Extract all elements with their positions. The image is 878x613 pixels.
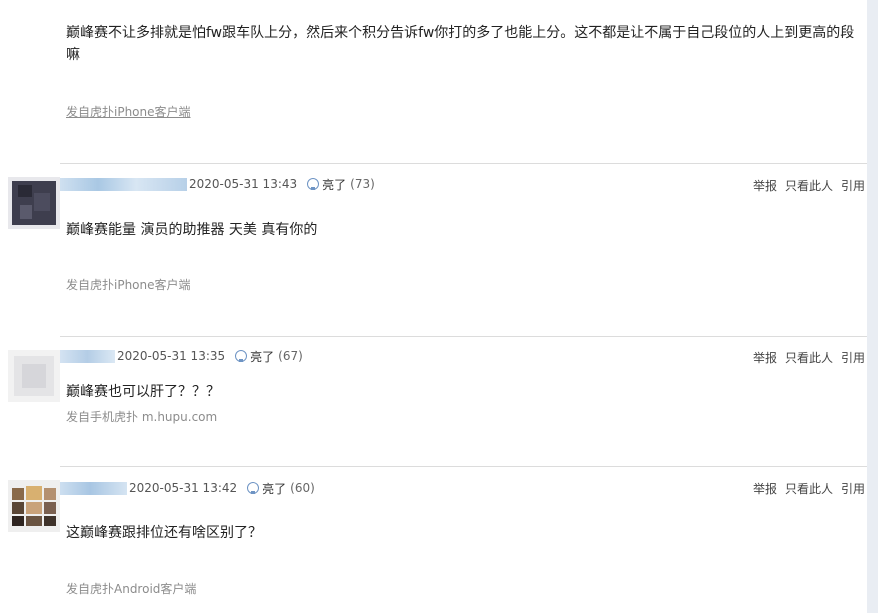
report-link[interactable]: 举报: [753, 349, 777, 366]
reply-divider: [60, 466, 867, 467]
lightbulb-icon[interactable]: [247, 482, 260, 494]
light-count: (73): [350, 177, 375, 191]
avatar[interactable]: [8, 480, 60, 532]
only-this-user-link[interactable]: 只看此人: [785, 349, 833, 366]
username-blurred[interactable]: [60, 349, 115, 363]
reply-time: 2020-05-31 13:43: [189, 177, 298, 191]
only-this-user-link[interactable]: 只看此人: [785, 480, 833, 497]
lightbulb-icon[interactable]: [235, 350, 248, 362]
reply-actions: 举报 只看此人 引用: [753, 177, 865, 194]
report-link[interactable]: 举报: [753, 480, 777, 497]
avatar-image: [8, 350, 60, 402]
reply-time: 2020-05-31 13:42: [129, 481, 238, 495]
reply-meta: 2020-05-31 13:43 亮了 (73): [60, 176, 375, 192]
reply-actions: 举报 只看此人 引用: [753, 480, 865, 497]
reply-meta: 2020-05-31 13:35 亮了 (67): [60, 348, 303, 364]
only-this-user-link[interactable]: 只看此人: [785, 177, 833, 194]
avatar-image: [8, 177, 60, 229]
reply-divider: [60, 336, 867, 337]
username-blurred[interactable]: [60, 481, 127, 495]
page-scroll-edge: [867, 0, 878, 613]
reply-content: 这巅峰赛跟排位还有啥区别了？: [66, 525, 262, 541]
reply-actions: 举报 只看此人 引用: [753, 349, 865, 366]
reply-divider: [60, 163, 867, 164]
avatar-image: [8, 480, 60, 532]
quote-link[interactable]: 引用: [841, 177, 865, 194]
report-link[interactable]: 举报: [753, 177, 777, 194]
avatar[interactable]: [8, 350, 60, 402]
quote-link[interactable]: 引用: [841, 349, 865, 366]
light-label[interactable]: 亮了: [262, 480, 286, 497]
reply-content: 巅峰赛也可以肝了？？？: [66, 384, 220, 400]
quote-link[interactable]: 引用: [841, 480, 865, 497]
reply-client[interactable]: 发自虎扑iPhone客户端: [66, 276, 191, 293]
light-count: (60): [290, 481, 315, 495]
light-count: (67): [278, 349, 303, 363]
light-label[interactable]: 亮了: [322, 176, 346, 193]
avatar[interactable]: [8, 177, 60, 229]
reply-time: 2020-05-31 13:35: [117, 349, 226, 363]
reply-meta: 2020-05-31 13:42 亮了 (60): [60, 480, 315, 496]
light-label[interactable]: 亮了: [250, 348, 274, 365]
username-blurred[interactable]: [60, 177, 187, 191]
post-client-link[interactable]: 发自虎扑iPhone客户端: [66, 103, 191, 120]
post-content: 巅峰赛不让多排就是怕fw跟车队上分，然后来个积分告诉fw你打的多了也能上分。这不…: [66, 25, 855, 63]
reply-client[interactable]: 发自手机虎扑 m.hupu.com: [66, 408, 217, 425]
reply-client[interactable]: 发自虎扑Android客户端: [66, 580, 196, 597]
lightbulb-icon[interactable]: [307, 178, 320, 190]
reply-content: 巅峰赛能量 演员的助推器 天美 真有你的: [66, 222, 318, 238]
